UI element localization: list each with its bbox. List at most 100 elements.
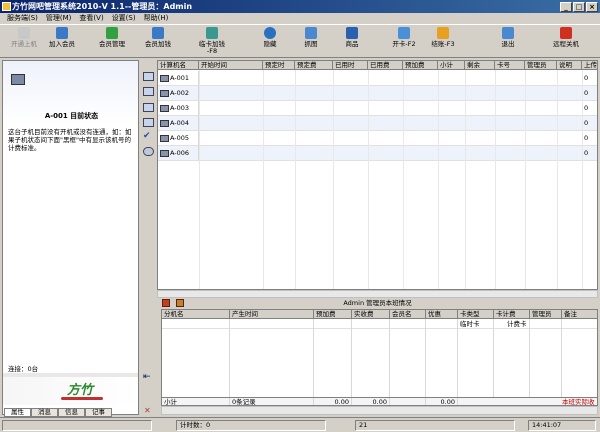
report-view-icon[interactable] — [143, 118, 154, 127]
tab-info[interactable]: 信息 — [58, 408, 85, 417]
computer-name-cell: A-002 — [158, 86, 199, 101]
table-row[interactable]: A-001 0 — [158, 71, 597, 86]
hide-label: 隐藏 — [263, 40, 277, 48]
column-divider — [529, 319, 530, 397]
col-reserved-time[interactable]: 预定时 — [263, 61, 295, 70]
title-bar: 方竹网吧管理系统2010-V 1.1--管理员：Admin _ □ × — [0, 0, 600, 13]
toolbar: 开通上机 加入会员 会员管理 会员加钱 临卡加钱 -F8 隐藏 抓图 商品 开卡… — [0, 24, 600, 58]
status-time: 14:41:07 — [528, 420, 596, 431]
hide-button[interactable]: 隐藏 — [247, 27, 293, 48]
disc-icon[interactable] — [143, 147, 154, 156]
totals-records: 0条记录 — [230, 398, 314, 405]
col-remaining[interactable]: 剩余 — [465, 61, 495, 70]
add-member-icon — [56, 27, 68, 39]
computer-name: A-003 — [170, 104, 190, 112]
col-subtotal[interactable]: 小计 — [438, 61, 465, 70]
col-used-fee[interactable]: 已用费 — [368, 61, 403, 70]
machines-table: 计算机名 开始时间 预定时 预定费 已用时 已用费 预加费 小计 剩余 卡号 管… — [157, 60, 598, 290]
col-member-name[interactable]: 会员名 — [390, 310, 426, 319]
globe-icon — [264, 27, 276, 39]
col-used-time[interactable]: 已用时 — [333, 61, 368, 70]
remote-shutdown-button[interactable]: 远程关机 — [543, 27, 589, 48]
minimize-button[interactable]: _ — [560, 2, 572, 12]
left-panel-tabs: 属性 消息 信息 记事 — [4, 408, 112, 417]
menu-server[interactable]: 服务端(S) — [3, 13, 42, 24]
duty-table: 分机名 产生时间 预加费 实收费 会员名 优惠 卡类型 卡计费 管理员 备注 临… — [161, 309, 598, 406]
upload-cell: 0 — [582, 86, 597, 101]
logo-swoosh — [61, 397, 103, 400]
col-received[interactable]: 实收费 — [352, 310, 390, 319]
temp-card-label: 临时卡 — [460, 320, 480, 328]
menu-view[interactable]: 查看(V) — [75, 13, 107, 24]
col-prepaid[interactable]: 预加费 — [314, 310, 352, 319]
col-discount[interactable]: 优惠 — [426, 310, 458, 319]
tab-properties[interactable]: 属性 — [4, 408, 31, 417]
member-manage-button[interactable]: 会员管理 — [89, 27, 135, 48]
table-row[interactable]: A-002 0 — [158, 86, 597, 101]
col-admin[interactable]: 管理员 — [525, 61, 557, 70]
col-reserved-fee[interactable]: 预定费 — [295, 61, 333, 70]
check-icon[interactable]: ✔ — [143, 132, 154, 141]
maximize-button[interactable]: □ — [573, 2, 585, 12]
remote-shutdown-label: 远程关机 — [553, 40, 579, 48]
computer-icon — [160, 89, 169, 97]
folder-icon — [437, 27, 449, 39]
computer-name: A-005 — [170, 134, 190, 142]
col-card-type[interactable]: 卡类型 — [458, 310, 494, 319]
machines-horizontal-scrollbar[interactable] — [157, 290, 598, 298]
totals-label: 小计 — [162, 398, 230, 405]
billing-card-label: 计费卡 — [507, 320, 527, 328]
goods-button[interactable]: 商品 — [329, 27, 375, 48]
column-divider — [229, 319, 230, 397]
menu-help[interactable]: 帮助(H) — [140, 13, 173, 24]
col-note[interactable]: 说明 — [557, 61, 582, 70]
col-computer-name[interactable]: 计算机名 — [158, 61, 199, 70]
member-recharge-icon — [152, 27, 164, 39]
upload-cell: 0 — [582, 131, 597, 146]
machines-table-header: 计算机名 开始时间 预定时 预定费 已用时 已用费 预加费 小计 剩余 卡号 管… — [158, 61, 597, 70]
table-row[interactable]: A-003 0 — [158, 101, 597, 116]
computer-name: A-001 — [170, 74, 190, 82]
column-divider — [199, 70, 200, 289]
checkout-button[interactable]: 结账-F3 — [420, 27, 466, 48]
table-row[interactable]: A-005 0 — [158, 131, 597, 146]
member-recharge-button[interactable]: 会员加钱 — [135, 27, 181, 48]
capture-button[interactable]: 抓图 — [288, 27, 334, 48]
card-recharge-button[interactable]: 临卡加钱 -F8 — [189, 27, 235, 55]
col-card-fee[interactable]: 卡计费 — [494, 310, 530, 319]
totals-actual-received: 本班实际收 — [562, 398, 595, 406]
column-divider — [333, 70, 334, 289]
col-duty-admin[interactable]: 管理员 — [530, 310, 562, 319]
detail-view-icon[interactable] — [143, 72, 154, 81]
tab-notes[interactable]: 记事 — [85, 408, 112, 417]
col-start-time[interactable]: 开始时间 — [199, 61, 263, 70]
list-view-icon[interactable] — [143, 103, 154, 112]
col-extension[interactable]: 分机名 — [162, 310, 230, 319]
table-row[interactable]: A-006 0 — [158, 146, 597, 161]
col-card-number[interactable]: 卡号 — [495, 61, 525, 70]
tools-icon[interactable]: ✕ — [144, 406, 151, 415]
totals-member-blank — [390, 398, 426, 405]
col-created-time[interactable]: 产生时间 — [230, 310, 314, 319]
table-row[interactable]: A-004 0 — [158, 116, 597, 131]
menu-settings[interactable]: 设置(S) — [108, 13, 140, 24]
col-remark[interactable]: 备注 — [562, 310, 597, 319]
add-member-button[interactable]: 加入会员 — [39, 27, 85, 48]
exit-button[interactable]: 退出 — [485, 27, 531, 48]
computer-name-cell: A-004 — [158, 116, 199, 131]
collapse-left-icon[interactable]: ⇤ — [143, 372, 151, 382]
menu-manage[interactable]: 管理(M) — [42, 13, 76, 24]
duty-horizontal-scrollbar[interactable] — [161, 406, 598, 415]
column-divider — [557, 70, 558, 289]
totals-row: 小计 0条记录 0.00 0.00 0.00 本班实际收 — [162, 397, 597, 406]
col-prepaid-fee[interactable]: 预加费 — [403, 61, 438, 70]
machine-status-panel: A-001 目前状态 这台子机目前没有开机或没有连通，如：如果子机状态间下面"黑… — [2, 60, 139, 415]
card-type-subheader: 临时卡 计费卡 — [162, 320, 597, 329]
close-button[interactable]: × — [586, 2, 598, 12]
tab-messages[interactable]: 消息 — [31, 408, 58, 417]
grid-view-icon[interactable] — [143, 87, 154, 96]
computer-name: A-002 — [170, 89, 190, 97]
column-divider — [263, 70, 264, 289]
computer-icon — [160, 104, 169, 112]
col-upload[interactable]: 上传 — [582, 61, 597, 70]
